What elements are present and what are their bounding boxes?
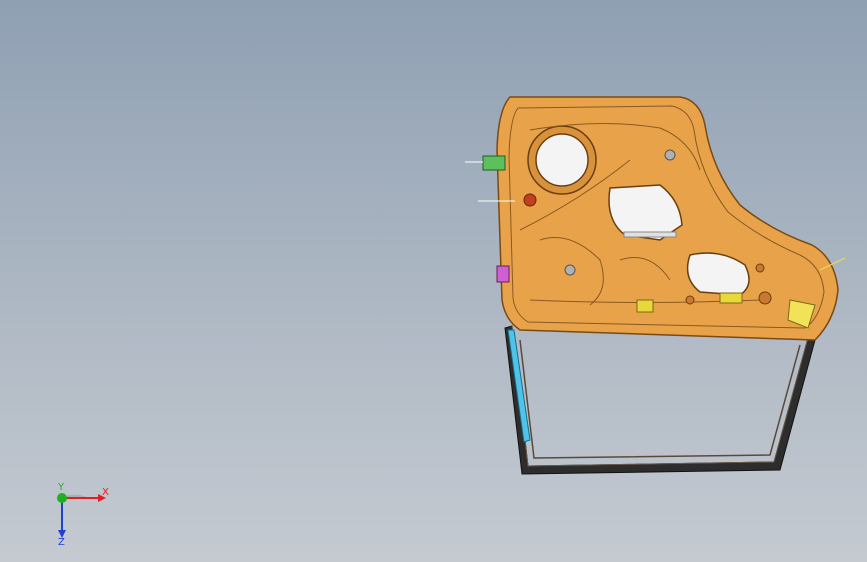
- hinge-bracket: [496, 265, 510, 283]
- x-axis-label: X: [102, 487, 109, 498]
- y-axis-label: Y: [57, 482, 65, 493]
- door-model[interactable]: [0, 0, 867, 562]
- z-axis-label: Z: [58, 537, 65, 548]
- orientation-triad: X Y Z: [57, 482, 109, 548]
- door-inner-panel: [496, 96, 839, 341]
- y-axis-icon: [57, 493, 67, 503]
- graphics-viewport[interactable]: X Y Z: [0, 0, 867, 562]
- window-frame: [504, 325, 816, 475]
